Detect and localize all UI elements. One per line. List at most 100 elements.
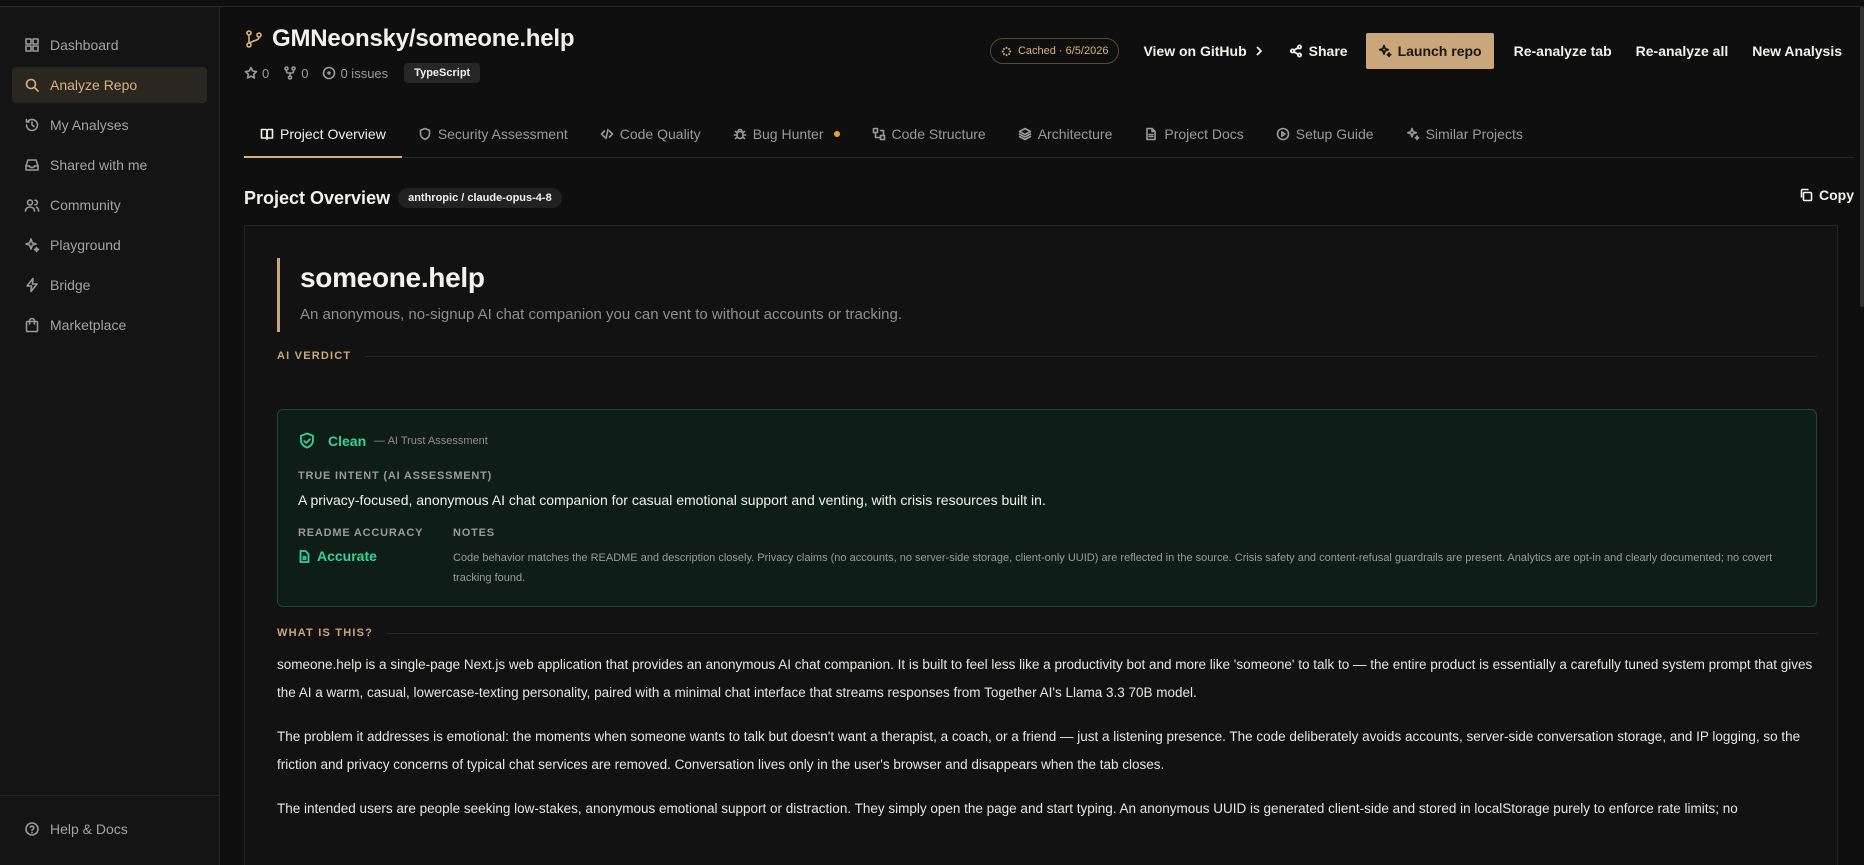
file-icon [1146,127,1157,141]
tab-label: Project Overview [280,126,386,142]
sidebar: Dashboard Analyze Repo My Analyses Share… [0,7,220,865]
history-icon [25,118,39,132]
sidebar-item-my-analyses[interactable]: My Analyses [12,107,207,143]
sidebar-item-community[interactable]: Community [12,187,207,223]
sidebar-footer: Help & Docs [0,795,219,865]
structure-icon [872,127,885,141]
stars-value: 0 [262,65,270,81]
sidebar-item-label: Marketplace [50,317,127,333]
copy-button[interactable]: Copy [1799,187,1854,203]
tab-project-docs[interactable]: Project Docs [1128,111,1259,157]
language-badge: TypeScript [404,63,481,83]
loader-icon [1001,46,1012,56]
help-icon [25,822,39,836]
tab-setup-guide[interactable]: Setup Guide [1260,111,1390,157]
book-icon [260,128,274,140]
issues-count: 0 issues [322,66,388,81]
copy-label: Copy [1819,187,1854,203]
sidebar-item-analyze-repo[interactable]: Analyze Repo [12,67,207,103]
code-icon [600,128,614,140]
sidebar-item-marketplace[interactable]: Marketplace [12,307,207,343]
sidebar-item-dashboard[interactable]: Dashboard [12,27,207,63]
true-intent-text: A privacy-focused, anonymous AI chat com… [298,492,1046,508]
search-icon [25,78,39,92]
view-on-github-button[interactable]: View on GitHub [1131,33,1276,69]
repo-title: GMNeonsky/someone.help [272,25,575,52]
issues-value: 0 issues [340,65,389,81]
sidebar-item-label: Shared with me [50,157,148,173]
what-is-this-heading: WHAT IS THIS? [277,627,1817,639]
tab-project-overview[interactable]: Project Overview [244,111,402,158]
share-icon [1289,44,1302,58]
file-check-icon [299,549,310,563]
analysis-tabs: Project Overview Security Assessment Cod… [244,111,1854,158]
readme-accuracy-label: README ACCURACY [298,527,424,539]
main-content: GMNeonsky/someone.help 0 0 0 issues Type… [221,7,1864,865]
tab-label: Security Assessment [437,126,568,142]
tab-bug-hunter[interactable]: Bug Hunter [717,111,856,157]
bug-icon [733,128,746,140]
tab-security-assessment[interactable]: Security Assessment [402,111,584,157]
launch-repo-button[interactable]: Launch repo [1365,33,1494,69]
sidebar-item-label: Playground [50,237,121,253]
notes-text: Code behavior matches the README and des… [453,552,1773,584]
tab-similar-projects[interactable]: Similar Projects [1390,111,1539,157]
description-paragraph: The intended users are people seeking lo… [277,801,1738,816]
star-icon [244,66,258,79]
sidebar-item-shared-with-me[interactable]: Shared with me [12,147,207,183]
share-label: Share [1308,43,1348,59]
project-title: someone.help [300,262,485,293]
sidebar-item-label: Bridge [50,277,91,293]
tab-code-structure[interactable]: Code Structure [856,111,1002,157]
tab-code-quality[interactable]: Code Quality [584,111,717,157]
ai-verdict-label: AI VERDICT [277,350,352,362]
scrollbar[interactable] [1860,7,1864,307]
description-paragraph: someone.help is a single-page Next.js we… [277,657,1813,700]
sidebar-item-help-docs[interactable]: Help & Docs [12,811,207,847]
overview-content: someone.help An anonymous, no-signup AI … [244,225,1838,865]
git-branch-icon [246,30,262,48]
tab-label: Project Docs [1164,126,1244,142]
window-top-bar [0,0,1864,7]
verdict-subtitle: — AI Trust Assessment [374,435,488,447]
project-hero: someone.help An anonymous, no-signup AI … [277,258,902,332]
cached-badge: Cached · 6/5/2026 [989,38,1120,64]
reanalyze-tab-button[interactable]: Re-analyze tab [1502,33,1624,69]
model-badge: anthropic / claude-opus-4-8 [398,188,562,208]
tab-label: Code Structure [891,126,986,142]
sidebar-item-label: Analyze Repo [50,77,138,93]
tab-label: Bug Hunter [752,126,824,142]
inbox-icon [25,159,39,171]
tab-label: Similar Projects [1425,126,1523,142]
users-icon [24,199,40,212]
tab-architecture[interactable]: Architecture [1002,111,1129,157]
ai-verdict-heading: AI VERDICT [277,350,1817,362]
sparkles-icon [1406,127,1420,141]
layers-icon [1018,127,1031,141]
section-title: Project Overview [244,187,391,208]
view-on-github-label: View on GitHub [1143,43,1247,59]
forks-value: 0 [301,65,309,81]
verdict-status: Clean — AI Trust Assessment [298,432,488,450]
issue-icon [323,66,336,80]
verdict-card: Clean — AI Trust Assessment TRUE INTENT … [277,409,1817,607]
sparkles-icon [1378,44,1392,58]
dashboard-icon [25,38,39,52]
readme-accuracy-value: Accurate [298,548,377,564]
shield-check-icon [300,432,314,449]
share-button[interactable]: Share [1277,33,1360,69]
fork-icon [284,66,297,80]
sidebar-item-label: Help & Docs [50,821,128,837]
description-paragraph: The problem it addresses is emotional: t… [277,729,1801,772]
sidebar-nav: Dashboard Analyze Repo My Analyses Share… [0,7,219,343]
new-analysis-button[interactable]: New Analysis [1740,33,1854,69]
repo-header: GMNeonsky/someone.help 0 0 0 issues Type… [244,25,1854,85]
sidebar-item-playground[interactable]: Playground [12,227,207,263]
notification-dot [833,131,840,137]
notes-label: NOTES [453,527,495,539]
reanalyze-all-button[interactable]: Re-analyze all [1624,33,1741,69]
true-intent-label: TRUE INTENT (AI ASSESSMENT) [298,470,493,482]
divider [365,355,1817,357]
sidebar-item-bridge[interactable]: Bridge [12,267,207,303]
shield-icon [419,127,431,141]
